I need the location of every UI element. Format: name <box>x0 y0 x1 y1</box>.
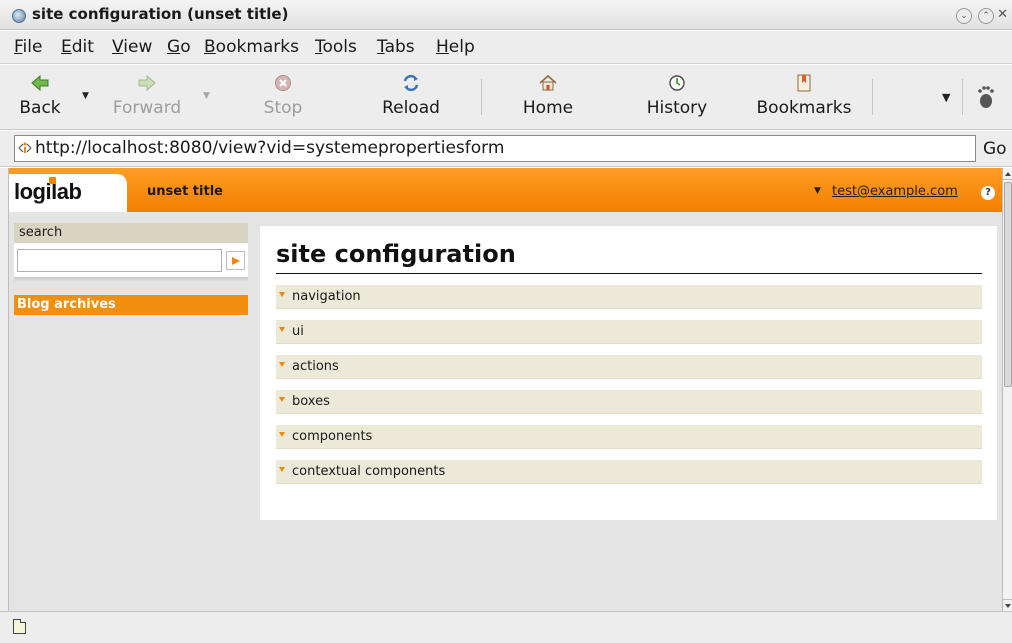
reload-label: Reload <box>382 98 440 118</box>
page-viewport: logilab unset title ▼ test@example.com ?… <box>9 168 1002 611</box>
section-label: boxes <box>292 394 330 409</box>
section-label: actions <box>292 359 339 374</box>
expand-arrow-icon <box>279 432 285 437</box>
menu-edit[interactable]: Edit <box>61 37 94 57</box>
vertical-scrollbar[interactable] <box>1002 168 1012 611</box>
expand-arrow-icon <box>279 397 285 402</box>
forward-dropdown-arrow-icon[interactable]: ▼ <box>203 91 210 101</box>
go-button[interactable]: Go <box>983 139 1007 159</box>
title-underline <box>276 273 982 274</box>
expand-arrow-icon <box>279 467 285 472</box>
page-title: site configuration <box>276 240 516 268</box>
bookmarks-button[interactable]: Bookmarks <box>746 65 862 129</box>
home-button[interactable]: Home <box>516 65 580 129</box>
section-label: components <box>292 429 373 444</box>
logo-accent-mark <box>49 177 56 184</box>
blog-archives-link[interactable]: Blog archives <box>14 295 248 315</box>
main-panel: site configuration navigation ui actions… <box>260 226 997 520</box>
expand-arrow-icon <box>279 292 285 297</box>
history-icon <box>669 75 685 91</box>
stop-label: Stop <box>263 98 303 118</box>
section-components[interactable]: components <box>276 425 982 449</box>
reload-button[interactable]: Reload <box>375 65 447 129</box>
bookmarks-icon <box>797 74 811 92</box>
stop-button[interactable]: Stop <box>256 65 310 129</box>
forward-label: Forward <box>112 98 182 118</box>
site-header: logilab unset title ▼ test@example.com ? <box>9 168 1002 212</box>
scroll-up-arrow-icon[interactable] <box>1003 168 1012 180</box>
folder-icon <box>13 619 26 634</box>
menu-bookmarks[interactable]: Bookmarks <box>204 37 299 57</box>
status-bar <box>0 611 1012 643</box>
maximize-icon[interactable]: ⌃ <box>978 8 994 24</box>
toolbar-overflow-arrow-icon[interactable]: ▼ <box>942 91 950 104</box>
navigation-toolbar: Back ▼ Forward ▼ Stop Reload Home Histor… <box>0 65 1012 130</box>
menu-view[interactable]: View <box>112 37 152 57</box>
forward-button[interactable]: Forward <box>104 65 190 129</box>
toolbar-separator <box>481 79 482 115</box>
search-input[interactable] <box>17 249 222 272</box>
logo-text: logilab <box>14 179 82 204</box>
menu-bar: File Edit View Go Bookmarks Tools Tabs H… <box>0 31 1012 64</box>
section-label: contextual components <box>292 464 446 479</box>
section-actions[interactable]: actions <box>276 355 982 379</box>
menu-file[interactable]: File <box>14 37 42 57</box>
expand-arrow-icon <box>279 362 285 367</box>
home-icon <box>539 74 557 91</box>
close-icon[interactable]: ✕ <box>997 7 1008 22</box>
menu-go[interactable]: Go <box>167 37 191 57</box>
site-favicon-icon <box>18 142 32 153</box>
search-submit-icon[interactable] <box>226 251 245 270</box>
search-heading: search <box>14 223 248 243</box>
toolbar-separator <box>872 79 873 115</box>
url-text: http://localhost:8080/view?vid=systemepr… <box>35 138 505 158</box>
history-button[interactable]: History <box>640 65 714 129</box>
history-label: History <box>646 98 708 118</box>
logilab-logo[interactable]: logilab <box>9 174 127 212</box>
expand-arrow-icon <box>279 327 285 332</box>
menu-help[interactable]: Help <box>436 37 475 57</box>
help-icon[interactable]: ? <box>981 186 995 200</box>
scroll-thumb[interactable] <box>1004 182 1012 387</box>
site-title: unset title <box>147 184 223 199</box>
user-menu-arrow-icon[interactable]: ▼ <box>814 186 821 196</box>
user-link[interactable]: test@example.com <box>832 184 958 199</box>
section-contextual-components[interactable]: contextual components <box>276 460 982 484</box>
stop-icon <box>275 75 291 91</box>
back-label: Back <box>19 98 61 118</box>
section-boxes[interactable]: boxes <box>276 390 982 414</box>
section-navigation[interactable]: navigation <box>276 285 982 309</box>
forward-arrow-icon <box>138 74 156 92</box>
home-label: Home <box>522 98 574 118</box>
section-label: navigation <box>292 289 361 304</box>
back-button[interactable]: Back <box>16 65 64 129</box>
section-label: ui <box>292 324 304 339</box>
browser-app-icon <box>12 9 26 23</box>
search-box-shadow <box>14 277 248 282</box>
bookmarks-label: Bookmarks <box>756 98 852 118</box>
toolbar-separator <box>962 79 963 115</box>
window-titlebar: site configuration (unset title) ⌄ ⌃ ✕ <box>0 0 1012 30</box>
reload-icon <box>403 74 419 92</box>
search-box: search <box>14 223 248 277</box>
scroll-down-arrow-icon[interactable] <box>1003 599 1012 611</box>
window-left-edge <box>0 168 9 611</box>
menu-tools[interactable]: Tools <box>315 37 357 57</box>
address-bar: http://localhost:8080/view?vid=systemepr… <box>0 131 1012 167</box>
footprint-logo-icon <box>978 86 994 108</box>
window-title: site configuration (unset title) <box>32 5 289 23</box>
minimize-icon[interactable]: ⌄ <box>956 8 972 24</box>
section-ui[interactable]: ui <box>276 320 982 344</box>
url-input[interactable]: http://localhost:8080/view?vid=systemepr… <box>14 135 976 162</box>
menu-tabs[interactable]: Tabs <box>377 37 415 57</box>
back-dropdown-arrow-icon[interactable]: ▼ <box>82 91 89 101</box>
back-arrow-icon <box>31 74 49 92</box>
